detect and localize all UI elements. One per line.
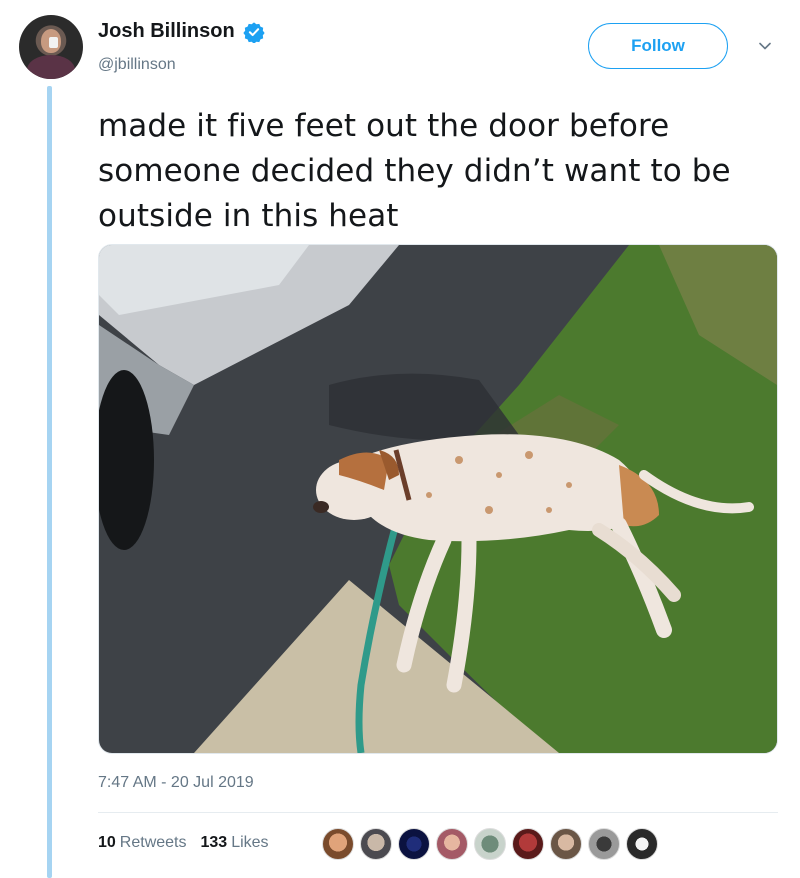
- thread-line: [47, 86, 52, 878]
- tweet-timestamp[interactable]: 7:47 AM - 20 Jul 2019: [98, 774, 254, 792]
- tweet-text-line: made it five feet out the door before: [98, 108, 670, 144]
- liker-avatar[interactable]: [398, 828, 430, 860]
- tweet-text-line: outside in this heat: [98, 198, 399, 234]
- liker-avatar[interactable]: [322, 828, 354, 860]
- author-handle[interactable]: @jbillinson: [98, 56, 176, 74]
- follow-button[interactable]: Follow: [588, 23, 728, 69]
- author-avatar[interactable]: [19, 15, 83, 79]
- avatar-cup: [49, 37, 58, 48]
- liker-avatar[interactable]: [360, 828, 392, 860]
- author-name-row[interactable]: Josh Billinson: [98, 20, 265, 43]
- chevron-down-icon[interactable]: [757, 38, 773, 54]
- likes-label: Likes: [231, 834, 269, 851]
- liker-avatar[interactable]: [588, 828, 620, 860]
- avatar-shirt: [27, 55, 75, 79]
- tweet-stats: 10 Retweets 133 Likes: [98, 834, 269, 852]
- retweets-count: 10: [98, 834, 116, 851]
- likes-stat[interactable]: 133 Likes: [201, 834, 269, 852]
- author-name[interactable]: Josh Billinson: [98, 20, 235, 43]
- verified-badge-icon: [243, 21, 265, 43]
- liker-avatar[interactable]: [436, 828, 468, 860]
- liker-avatar[interactable]: [626, 828, 658, 860]
- tweet-photo-image: [99, 245, 777, 753]
- liker-avatar[interactable]: [512, 828, 544, 860]
- retweets-label: Retweets: [119, 834, 187, 851]
- likes-count: 133: [200, 834, 228, 851]
- tweet-text: made it five feet out the door before so…: [98, 104, 788, 239]
- tweet-photo[interactable]: [98, 244, 778, 754]
- tweet-text-line: someone decided they didn’t want to be: [98, 153, 731, 189]
- liker-avatars: [322, 828, 658, 860]
- retweets-stat[interactable]: 10 Retweets: [98, 834, 187, 852]
- liker-avatar[interactable]: [550, 828, 582, 860]
- stats-divider: [98, 812, 778, 813]
- liker-avatar[interactable]: [474, 828, 506, 860]
